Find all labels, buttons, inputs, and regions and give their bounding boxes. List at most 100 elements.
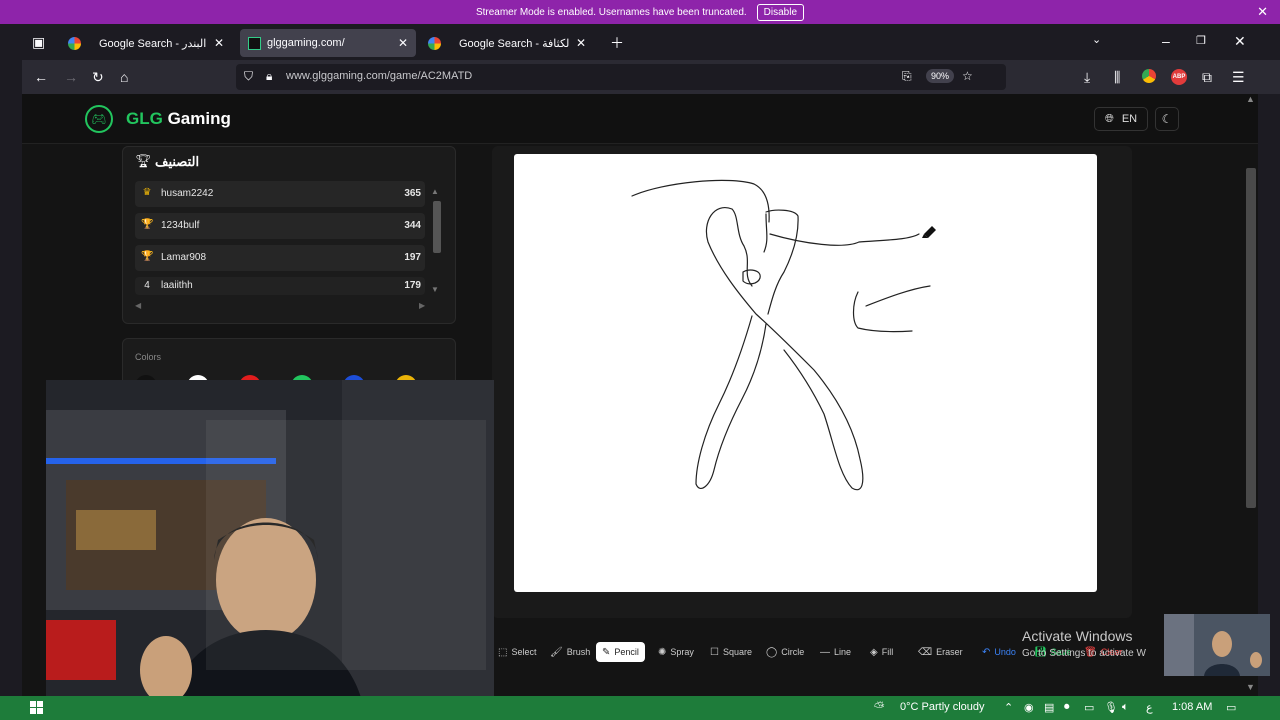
- tool-line[interactable]: — Line: [814, 642, 857, 662]
- undo-button[interactable]: ↶ Undo: [976, 642, 1022, 662]
- window-close-icon[interactable]: ✕: [1234, 33, 1246, 50]
- battery-icon[interactable]: ▭: [1084, 701, 1094, 714]
- bookmark-star-icon[interactable]: ☆: [962, 69, 973, 83]
- weather-text[interactable]: 0°C Partly cloudy: [900, 701, 985, 713]
- scroll-down-icon[interactable]: ▼: [1246, 682, 1255, 692]
- record-icon[interactable]: ⏺: [1064, 701, 1070, 714]
- input-language[interactable]: ع: [1146, 701, 1153, 714]
- tool-pencil[interactable]: ✎ Pencil: [596, 642, 645, 662]
- gamepad-logo-icon[interactable]: 🎮︎: [85, 105, 113, 133]
- adblock-plus-icon[interactable]: ABP: [1171, 69, 1187, 85]
- restore-icon[interactable]: ❐: [1196, 34, 1206, 47]
- square-icon: ☐: [710, 646, 719, 658]
- new-tab-icon[interactable]: ＋: [610, 33, 624, 53]
- tool-circle[interactable]: ◯ Circle: [760, 642, 810, 662]
- microphone-icon[interactable]: 🎙︎: [1104, 701, 1118, 714]
- tab-label: Google Search - صيغة الكثافة: [459, 37, 570, 50]
- tool-brush[interactable]: 🖌︎ Brush: [544, 642, 596, 662]
- tool-select[interactable]: ⬚ Select: [492, 642, 542, 662]
- obs-icon[interactable]: ◉: [1024, 701, 1034, 714]
- glg-favicon-icon: [248, 36, 261, 50]
- zoom-level[interactable]: 90%: [926, 69, 955, 83]
- scroll-left-icon[interactable]: ◀: [135, 301, 141, 310]
- url-bar[interactable]: ⛉ 🔒︎ www.glggaming.com/game/AC2MATD ⎘ 90…: [236, 64, 1006, 90]
- select-icon: ⬚: [498, 646, 508, 658]
- canvas-container: [492, 146, 1132, 618]
- close-icon[interactable]: ✕: [1257, 4, 1268, 20]
- tool-fill[interactable]: ◈ Fill: [864, 642, 899, 662]
- close-tab-icon[interactable]: ✕: [398, 36, 408, 50]
- chevron-up-icon[interactable]: ⌃: [1004, 701, 1013, 714]
- disable-button[interactable]: Disable: [756, 3, 805, 21]
- shield-icon[interactable]: ⛉: [244, 69, 253, 84]
- list-tabs-icon[interactable]: ⌄: [1092, 33, 1101, 46]
- volume-icon[interactable]: 🔈︎: [1122, 701, 1129, 714]
- back-icon[interactable]: ←: [34, 68, 48, 86]
- windows-start-icon[interactable]: [30, 701, 43, 714]
- tray-app-icon[interactable]: ▤: [1044, 701, 1054, 714]
- tool-label: Line: [834, 647, 852, 657]
- leaderboard-panel: 🏆︎ التصنيف ♛ husam2242 365 🏆 1234bulf 34…: [122, 146, 456, 324]
- tool-eraser[interactable]: ⌫ Eraser: [912, 642, 969, 662]
- downloads-icon[interactable]: ⤓: [1084, 68, 1090, 86]
- leaderboard-row: 🏆 1234bulf 344: [135, 213, 425, 239]
- library-icon[interactable]: ⫼: [1114, 68, 1120, 86]
- chrome-extension-icon[interactable]: [1142, 69, 1156, 83]
- pencil-cursor-icon: [922, 226, 936, 238]
- lock-icon[interactable]: 🔒︎: [266, 69, 272, 84]
- crown-icon: ♛: [142, 187, 152, 198]
- forward-icon[interactable]: →: [64, 68, 78, 86]
- menu-icon[interactable]: ☰: [1232, 68, 1245, 86]
- drawing-stroke: [852, 291, 913, 333]
- navigation-bar: ← → ↻ ⌂ ⛉ 🔒︎ www.glggaming.com/game/AC2M…: [22, 60, 1280, 94]
- minimize-icon[interactable]: –: [1162, 33, 1170, 49]
- player-name: Lamar908: [161, 252, 207, 263]
- language-button[interactable]: 🌐︎ EN: [1094, 107, 1149, 131]
- site-logo[interactable]: GLG Gaming: [126, 109, 231, 129]
- home-icon[interactable]: ⌂: [120, 68, 128, 86]
- player-score: 344: [404, 220, 421, 231]
- reader-view-icon[interactable]: ⎘: [902, 69, 912, 84]
- clock[interactable]: 1:08 AM: [1172, 701, 1212, 713]
- leaderboard-title: التصنيف: [155, 154, 200, 169]
- scroll-down-icon[interactable]: ▼: [431, 285, 439, 294]
- banner-message: Streamer Mode is enabled. Usernames have…: [475, 6, 747, 18]
- tool-label: Square: [722, 647, 752, 657]
- scroll-thumb[interactable]: [433, 201, 441, 253]
- page-scrollbar[interactable]: ▲ ▼: [1244, 94, 1258, 692]
- page-scroll-thumb[interactable]: [1246, 168, 1256, 508]
- leaderboard-row: ♛ husam2242 365: [135, 181, 425, 207]
- drawing-stroke: [865, 285, 931, 307]
- scroll-right-icon[interactable]: ▶: [419, 301, 425, 310]
- tab-strip: ▣ Google Search - ما هو البندر ✕ glggami…: [22, 24, 1280, 60]
- reload-icon[interactable]: ↻: [92, 68, 104, 86]
- tool-spray[interactable]: ✺ Spray: [652, 642, 700, 662]
- bronze-trophy-icon: 🏆: [141, 251, 154, 262]
- tool-square[interactable]: ☐ Square: [704, 642, 758, 662]
- tool-label: Brush: [566, 647, 591, 657]
- close-tab-icon[interactable]: ✕: [576, 36, 586, 50]
- url-text[interactable]: www.glggaming.com/game/AC2MATD: [286, 70, 472, 82]
- drawing-stroke: [731, 208, 753, 287]
- leaderboard-row: 4 laaiithh 179: [135, 277, 425, 295]
- weather-icon[interactable]: ⛅︎: [874, 699, 884, 715]
- scroll-up-icon[interactable]: ▲: [1246, 94, 1255, 104]
- close-tab-icon[interactable]: ✕: [214, 36, 224, 50]
- tab-google-search-1[interactable]: Google Search - ما هو البندر ✕: [60, 29, 232, 57]
- google-favicon-icon: [428, 36, 441, 50]
- brush-icon: 🖌︎: [550, 646, 563, 658]
- dark-mode-toggle[interactable]: ☾: [1155, 107, 1179, 131]
- leaderboard-scrollbar[interactable]: ▲ ▼: [431, 187, 441, 295]
- tab-glggaming[interactable]: glggaming.com/ ✕: [240, 29, 416, 57]
- fill-icon: ◈: [870, 646, 878, 658]
- tab-google-search-2[interactable]: Google Search - صيغة الكثافة ✕: [420, 29, 594, 57]
- tab-overview-icon[interactable]: ▣: [32, 34, 45, 51]
- streamer-mode-banner: Streamer Mode is enabled. Usernames have…: [0, 0, 1280, 24]
- scroll-up-icon[interactable]: ▲: [431, 187, 439, 196]
- site-header: 🎮︎ GLG Gaming 🌐︎ EN ☾: [22, 94, 1258, 144]
- colors-label: Colors: [135, 352, 162, 362]
- webcam-small-overlay: [1164, 614, 1270, 676]
- drawing-canvas[interactable]: [514, 154, 1097, 592]
- notification-icon[interactable]: ▭: [1226, 701, 1236, 714]
- extensions-icon[interactable]: ⧉: [1202, 68, 1212, 86]
